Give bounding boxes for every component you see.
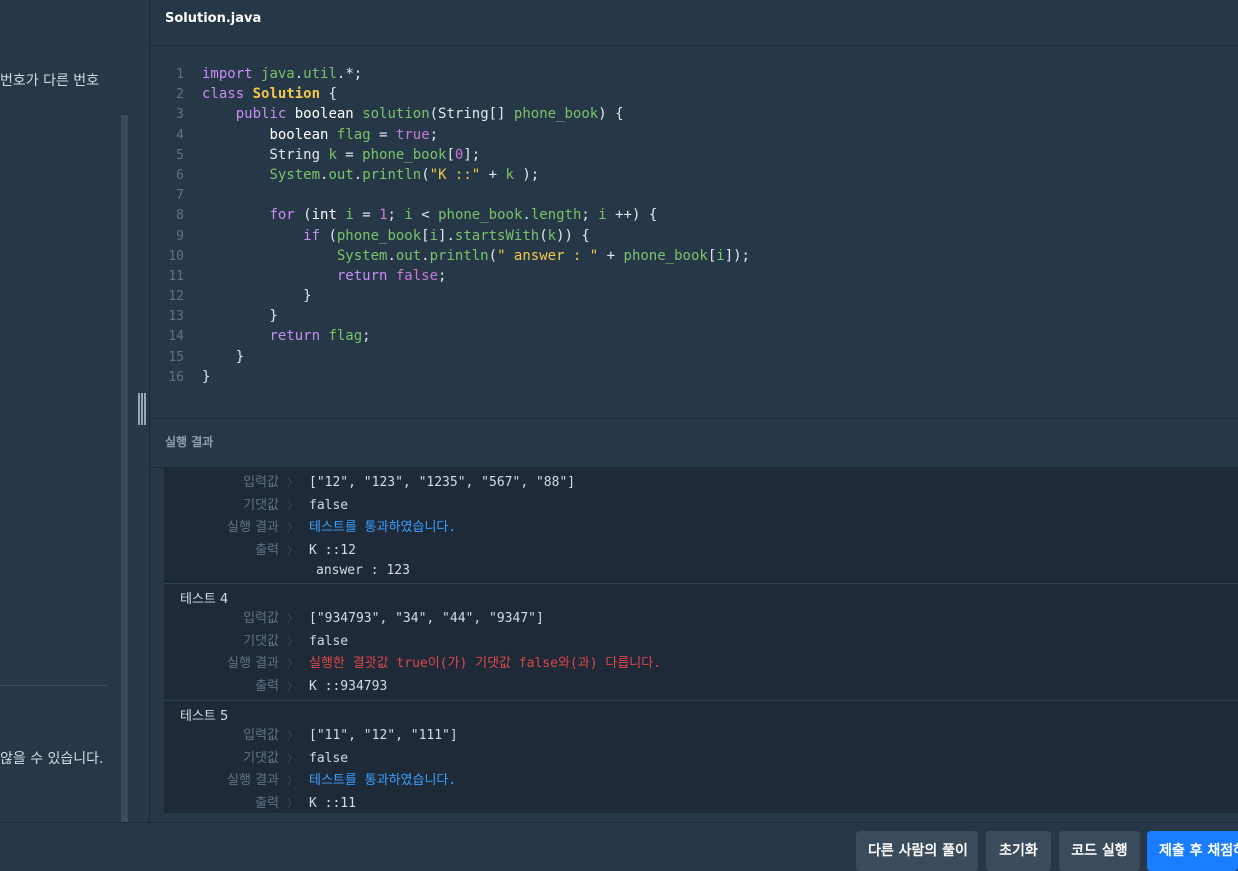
- line-number: 14: [168, 329, 184, 345]
- chevron-right-icon: 〉: [287, 476, 298, 489]
- input-value: ["11", "12", "111"]: [309, 728, 458, 743]
- chevron-right-icon: 〉: [287, 544, 298, 557]
- expected-label: 기댓값: [243, 751, 279, 766]
- code-line[interactable]: 2 class Solution {: [150, 84, 337, 104]
- code-line[interactable]: 16}: [150, 367, 210, 387]
- line-number: 15: [168, 349, 184, 365]
- code-line[interactable]: 7: [150, 185, 184, 205]
- chevron-right-icon: 〉: [287, 680, 298, 693]
- line-number: 2: [176, 87, 184, 103]
- input-value: ["934793", "34", "44", "9347"]: [309, 611, 544, 626]
- test-divider: [164, 700, 1238, 701]
- input-label: 입력값: [243, 728, 279, 743]
- result-list[interactable]: 입력값 〉 ["12", "123", "1235", "567", "88"]…: [164, 468, 1238, 813]
- line-number: 11: [168, 268, 184, 284]
- expected-label: 기댓값: [243, 634, 279, 649]
- result-value: 테스트를 통과하였습니다.: [309, 773, 457, 788]
- code-editor[interactable]: 1 import java.util.*; 2 class Solution { 3…: [150, 46, 1238, 418]
- vertical-resize-handle-icon[interactable]: [138, 393, 146, 425]
- line-number: 9: [176, 228, 184, 244]
- chevron-right-icon: 〉: [287, 657, 298, 670]
- line-number: 13: [168, 309, 184, 325]
- line-number: 6: [176, 167, 184, 183]
- line-number: 10: [168, 248, 184, 264]
- chevron-right-icon: 〉: [287, 774, 298, 787]
- code-line[interactable]: 10 System.out.println(" answer : " + pho…: [150, 246, 750, 266]
- result-value: 실행한 결괏값 true이(가) 기댓값 false와(과) 다릅니다.: [309, 656, 662, 671]
- expected-value: false: [309, 498, 349, 513]
- code-line[interactable]: 15 }: [150, 347, 244, 367]
- code-line[interactable]: 4 boolean flag = true;: [150, 125, 438, 145]
- line-number: 8: [176, 208, 184, 224]
- panel-divider: [0, 685, 107, 686]
- chevron-right-icon: 〉: [287, 499, 298, 512]
- code-line[interactable]: 11 return false;: [150, 266, 446, 286]
- line-number: 4: [176, 127, 184, 143]
- test-title: 테스트 5: [180, 709, 229, 724]
- result-panel[interactable]: 입력값 〉 ["12", "123", "1235", "567", "88"]…: [150, 468, 1238, 813]
- code-line[interactable]: 14 return flag;: [150, 326, 370, 346]
- test-title: 테스트 4: [180, 592, 229, 607]
- result-label: 실행 결과: [227, 656, 279, 671]
- action-bar: 다른 사람의 풀이 초기화 코드 실행 제출 후 채점하기: [0, 822, 1238, 871]
- chevron-right-icon: 〉: [287, 521, 298, 534]
- code-line[interactable]: 13 }: [150, 306, 278, 326]
- chevron-right-icon: 〉: [287, 612, 298, 625]
- chevron-right-icon: 〉: [287, 752, 298, 765]
- result-label: 실행 결과: [227, 520, 279, 535]
- expected-value: false: [309, 634, 349, 649]
- output-label: 출력: [255, 679, 279, 694]
- chevron-right-icon: 〉: [287, 797, 298, 810]
- result-label: 실행 결과: [227, 773, 279, 788]
- result-value: 테스트를 통과하였습니다.: [309, 520, 457, 535]
- output-label: 출력: [255, 543, 279, 558]
- line-number: 16: [168, 369, 184, 385]
- code-line[interactable]: 12 }: [150, 286, 311, 306]
- output-label: 출력: [255, 796, 279, 811]
- editor-header: Solution.java: [150, 0, 1238, 46]
- line-number: 5: [176, 147, 184, 163]
- input-label: 입력값: [243, 475, 279, 490]
- code-line[interactable]: 6 System.out.println("K ::" + k );: [150, 165, 539, 185]
- problem-text-fragment: 번호가 다른 번호: [0, 73, 100, 89]
- result-header: 실행 결과: [150, 419, 1238, 468]
- line-number: 12: [168, 289, 184, 305]
- chevron-right-icon: 〉: [287, 729, 298, 742]
- submit-button[interactable]: 제출 후 채점하기: [1147, 831, 1238, 871]
- run-code-button[interactable]: 코드 실행: [1059, 831, 1140, 871]
- output-value: answer : 123: [316, 563, 410, 578]
- result-title: 실행 결과: [165, 435, 214, 449]
- line-number: 3: [176, 107, 184, 123]
- problem-scrollbar[interactable]: [121, 115, 128, 822]
- output-value: K ::11: [309, 796, 356, 811]
- reset-button[interactable]: 초기화: [986, 831, 1051, 871]
- code-line[interactable]: 3 public boolean solution(String[] phone…: [150, 104, 623, 124]
- test-divider: [164, 583, 1238, 584]
- code-line[interactable]: 5 String k = phone_book[0];: [150, 145, 480, 165]
- output-value: K ::12: [309, 543, 356, 558]
- file-tab[interactable]: Solution.java: [165, 11, 261, 26]
- output-value: K ::934793: [309, 679, 388, 694]
- line-number: 7: [176, 188, 184, 204]
- line-number: 1: [176, 67, 184, 82]
- input-label: 입력값: [243, 611, 279, 626]
- code-line[interactable]: 1 import java.util.*;: [150, 64, 362, 84]
- code-lines[interactable]: 1 import java.util.*; 2 class Solution { 3…: [150, 64, 750, 387]
- code-line[interactable]: 9 if (phone_book[i].startsWith(k)) {: [150, 226, 590, 246]
- problem-text-fragment: 않을 수 있습니다.: [0, 751, 104, 767]
- expected-label: 기댓값: [243, 498, 279, 513]
- expected-value: false: [309, 751, 349, 766]
- input-value: ["12", "123", "1235", "567", "88"]: [309, 475, 576, 490]
- others-solution-button[interactable]: 다른 사람의 풀이: [856, 831, 978, 871]
- code-line[interactable]: 8 for (int i = 1; i < phone_book.length;…: [150, 205, 657, 225]
- chevron-right-icon: 〉: [287, 635, 298, 648]
